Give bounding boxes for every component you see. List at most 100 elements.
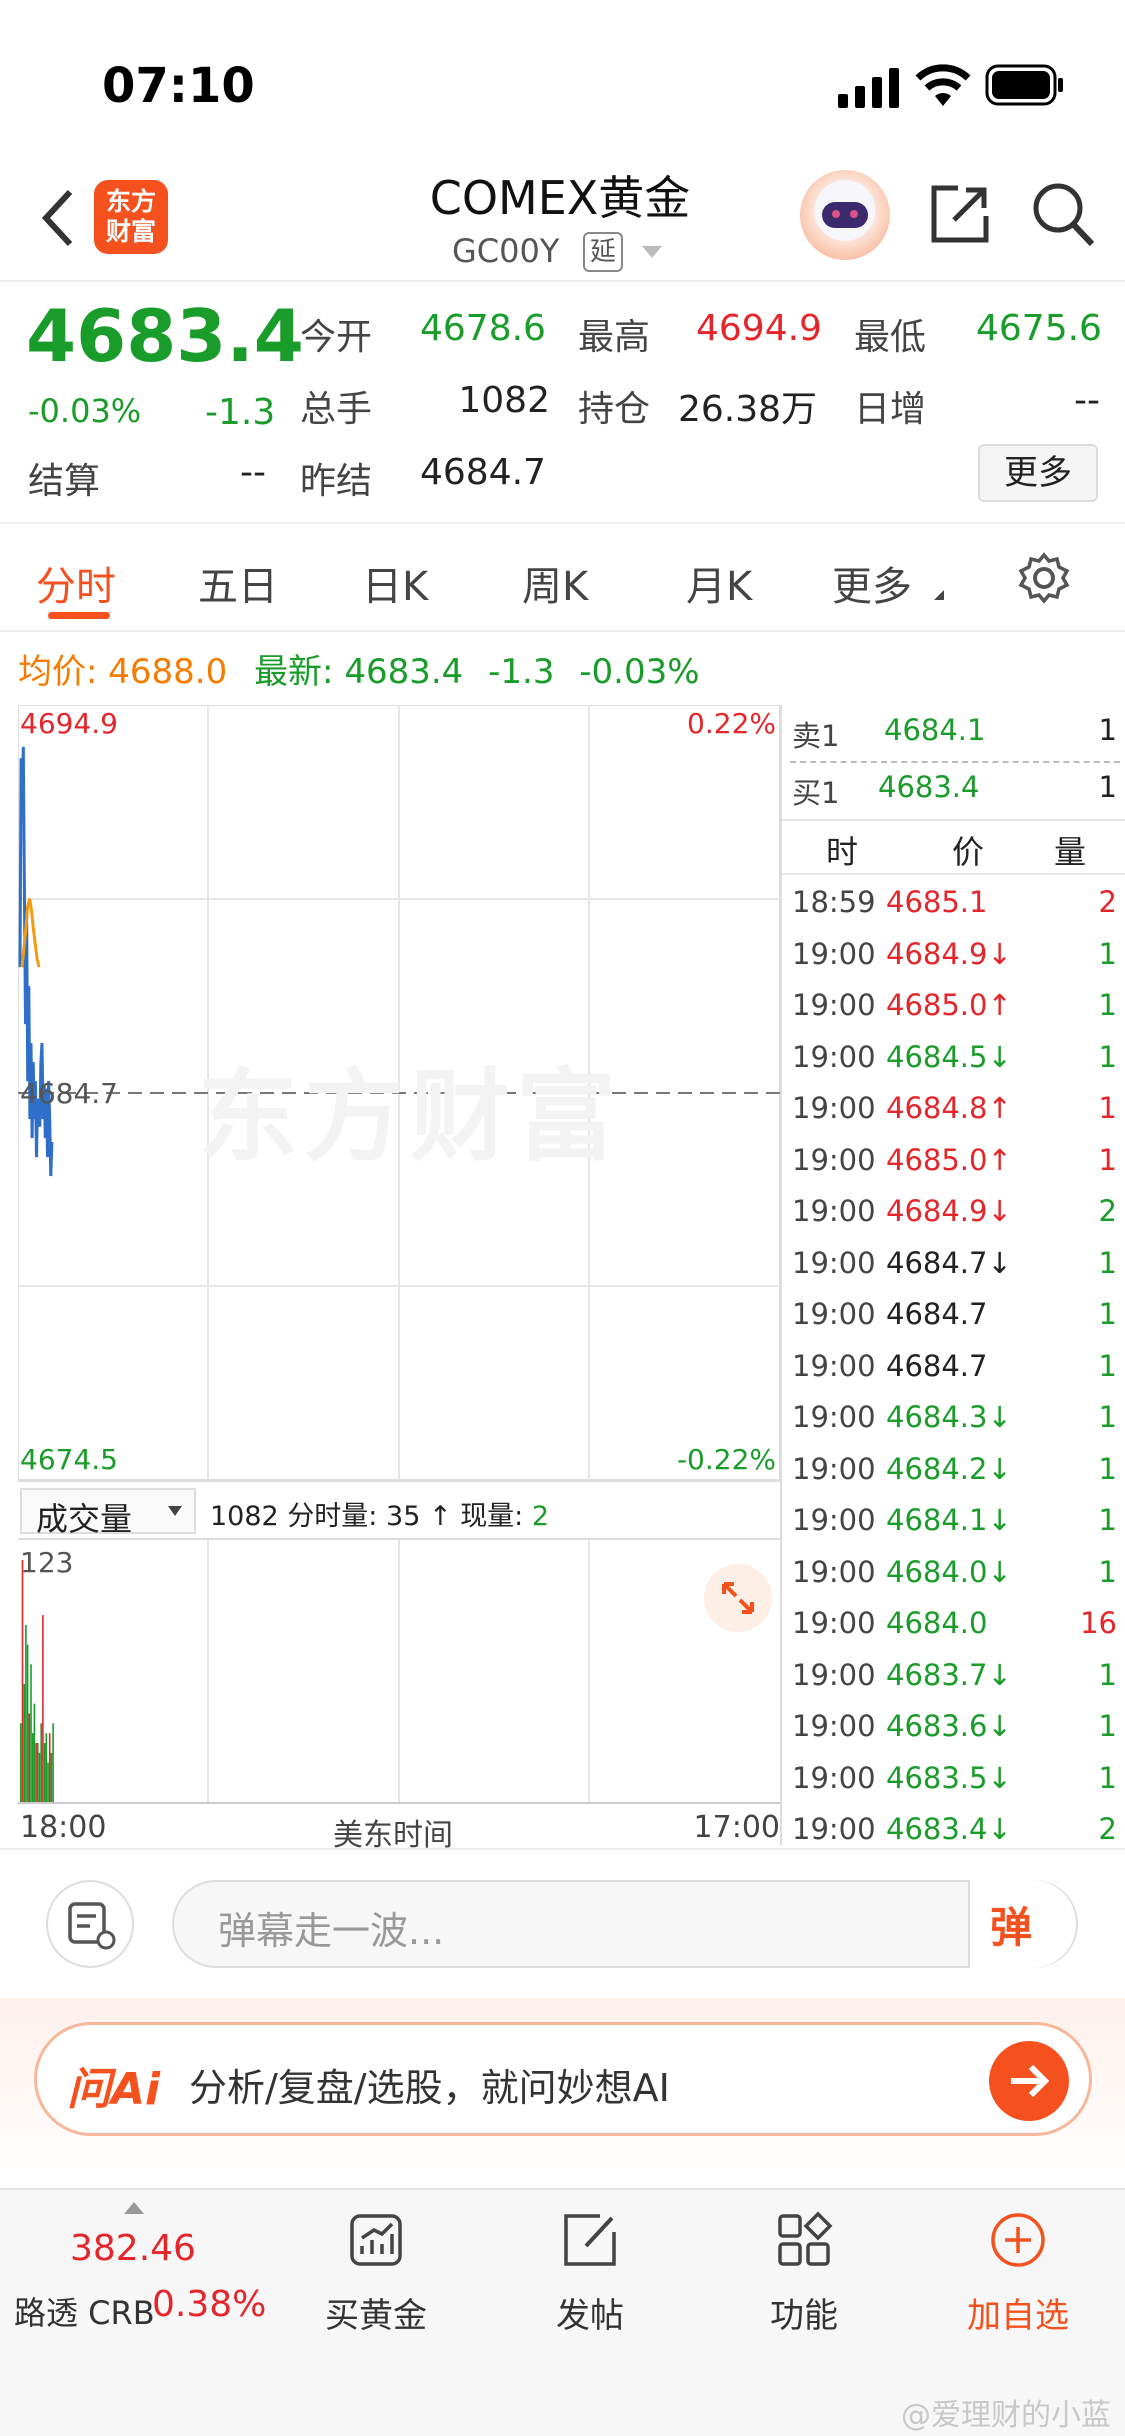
status-bar: 07:10 [0,0,1125,150]
pct-axis-high: 0.22% [687,707,776,740]
volume-bar [43,1742,46,1802]
price-series-line [18,746,54,1177]
contract-code: GC00Y [452,232,560,270]
volume-selector[interactable]: 成交量 [20,1488,196,1538]
avg-label: 均价: [18,652,98,692]
trade-price: 4684.9↓ [886,936,1012,971]
index-change: 0.38% [152,2284,267,2325]
bottom-tab-bar: 382.46 路透 CRB 0.38% 买黄金 发帖 功能 加自选 @爱理财的小… [0,2188,1125,2436]
quote-field-value: 4675.6 [976,308,1102,349]
trade-time: 19:00 [792,1451,876,1486]
ai-ask-input[interactable]: 问Ai 分析/复盘/选股，就问妙想AI [34,2022,1092,2136]
trade-price: 4684.0 [886,1606,988,1640]
latest-change-pct: -0.03% [579,652,700,692]
header-time: 时 [826,833,859,871]
trade-volume: 1 [1098,1709,1117,1743]
add-circle-icon [991,2213,1045,2267]
tab-daily-k[interactable]: 日K [362,554,428,612]
trade-volume: 16 [1080,1606,1117,1640]
trade-volume: 1 [1098,1245,1117,1280]
buy-1-price: 4683.4 [878,770,980,804]
settle-value: -- [240,452,266,493]
trade-price: 4684.0↓ [886,1554,1012,1589]
back-icon[interactable] [38,188,78,248]
trade-time: 19:00 [792,1709,876,1743]
trade-row: 19:00 4684.0↓ 1 [782,1547,1125,1599]
danmaku-icon-text: 弹 [990,1903,1033,1952]
post-tab[interactable]: 发帖 [510,2210,670,2337]
quote-field-value: -- [1074,380,1100,421]
y-axis-low: 4674.5 [20,1443,118,1476]
minute-volume-value: 35 [386,1501,421,1532]
trade-row: 19:00 4683.5↓ 1 [782,1753,1125,1805]
expand-icon[interactable] [704,1564,772,1632]
intraday-chart[interactable]: 东方财富 4694.9 4684.7 4674.5 0.22% -0.22% [17,704,781,1481]
last-price: 4683.4 [26,294,304,378]
trade-volume: 1 [1098,1503,1117,1537]
trade-volume: 1 [1098,936,1117,971]
sell-1-price: 4684.1 [884,713,986,747]
chevron-down-icon[interactable] [642,246,662,258]
header-price: 价 [952,833,985,871]
trade-price: 4683.5↓ [886,1760,1012,1795]
danmaku-input[interactable]: 弹幕走一波... 弹 [172,1880,1078,1968]
volume-bar [21,1560,24,1802]
settle-label: 结算 [28,461,101,502]
trade-volume: 1 [1098,1554,1117,1589]
trade-price: 4684.1↓ [886,1503,1012,1537]
ai-logo: 问Ai [67,2064,161,2115]
tab-more[interactable]: 更多 [832,554,912,612]
trade-time: 19:00 [792,1245,876,1280]
search-icon[interactable] [1030,180,1096,248]
edit-icon [564,2214,616,2266]
tab-monthly-k[interactable]: 月K [686,554,752,612]
functions-tab[interactable]: 功能 [724,2210,884,2337]
tab-weekly-k[interactable]: 周K [522,554,588,612]
quote-field-label: 日增 [854,389,927,430]
trade-volume: 1 [1098,1400,1117,1434]
trade-row: 19:00 4684.3↓ 1 [782,1392,1125,1444]
danmaku-send-button[interactable]: 弹 [968,1880,1076,1968]
trade-time: 19:00 [792,1657,876,1692]
trade-volume: 1 [1098,1297,1117,1331]
trade-time: 19:00 [792,1194,876,1228]
settings-gear-icon[interactable] [1018,552,1070,604]
quote-field-value: 1082 [458,380,550,421]
tab-five-day[interactable]: 五日 [198,554,278,612]
index-ticker[interactable]: 382.46 路透 CRB 0.38% [0,2190,280,2390]
ai-robot-icon[interactable] [800,170,890,260]
sell-1-row: 卖1 4684.1 1 [782,705,1125,757]
trade-price: 4684.7↓ [886,1245,1012,1280]
avg-price-line: 均价: 4688.0 最新: 4683.4 -1.3 -0.03% [18,644,700,693]
tab-intraday[interactable]: 分时 [36,554,116,612]
volume-bar [42,1615,44,1802]
buy-gold-tab[interactable]: 买黄金 [296,2210,456,2337]
trade-time: 19:00 [792,1760,876,1795]
chart-tabs: 分时 五日 日K 周K 月K 更多 [0,524,1125,632]
add-favorite-tab[interactable]: 加自选 [938,2210,1098,2337]
volume-bar [31,1733,34,1802]
trade-row: 19:00 4684.0 16 [782,1598,1125,1650]
trade-time: 19:00 [792,1297,876,1331]
comment-settings-icon[interactable] [46,1880,134,1968]
current-volume-value: 2 [531,1501,550,1532]
delay-badge: 延 [583,232,623,272]
trade-row: 19:00 4684.8↑ 1 [782,1083,1125,1135]
buy-1-label: 买1 [792,776,840,810]
trade-volume: 2 [1098,1812,1117,1846]
app-logo: 东方财富 [94,180,168,254]
volume-chart: 123 [18,1540,780,1802]
wifi-icon [915,64,971,106]
page-title: COMEX黄金 [429,171,691,225]
trade-time: 19:00 [792,1554,876,1589]
buy-1-row: 买1 4683.4 1 [782,762,1125,814]
share-icon[interactable] [928,182,992,246]
ai-go-arrow-icon[interactable] [989,2041,1069,2121]
trade-time: 19:00 [792,1812,876,1846]
more-button[interactable]: 更多 [978,444,1098,502]
volume-bar [25,1624,27,1802]
trade-row: 19:00 4683.7↓ 1 [782,1650,1125,1702]
functions-label: 功能 [770,2296,838,2336]
volume-bar [20,1723,22,1802]
trade-time: 19:00 [792,1400,876,1434]
